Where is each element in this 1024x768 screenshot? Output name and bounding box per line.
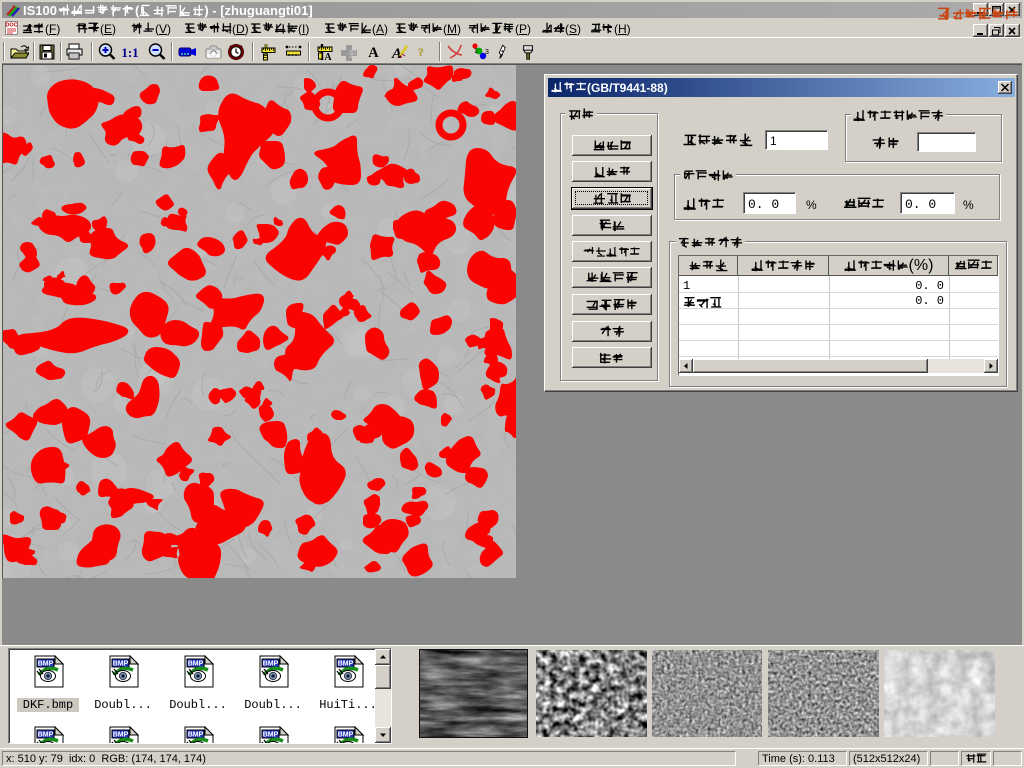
svg-text:A: A: [368, 45, 379, 61]
svg-text:BMP: BMP: [338, 661, 354, 668]
svg-text:BMP: BMP: [263, 732, 279, 739]
svg-text:DOC: DOC: [5, 23, 17, 29]
svg-text:A: A: [324, 52, 332, 62]
svg-text:BMP: BMP: [113, 732, 129, 739]
svg-text:BMP: BMP: [38, 661, 54, 668]
svg-text:?: ?: [418, 47, 424, 59]
svg-text:3: 3: [485, 49, 489, 56]
svg-text:1:1: 1:1: [121, 45, 138, 60]
svg-text:1: 1: [474, 48, 478, 55]
svg-text:BMP: BMP: [113, 661, 129, 668]
svg-text:BMP: BMP: [188, 732, 204, 739]
svg-text:BMP: BMP: [188, 661, 204, 668]
svg-text:BMP: BMP: [263, 661, 279, 668]
svg-text:BMP: BMP: [38, 732, 54, 739]
svg-text:BMP: BMP: [338, 732, 354, 739]
